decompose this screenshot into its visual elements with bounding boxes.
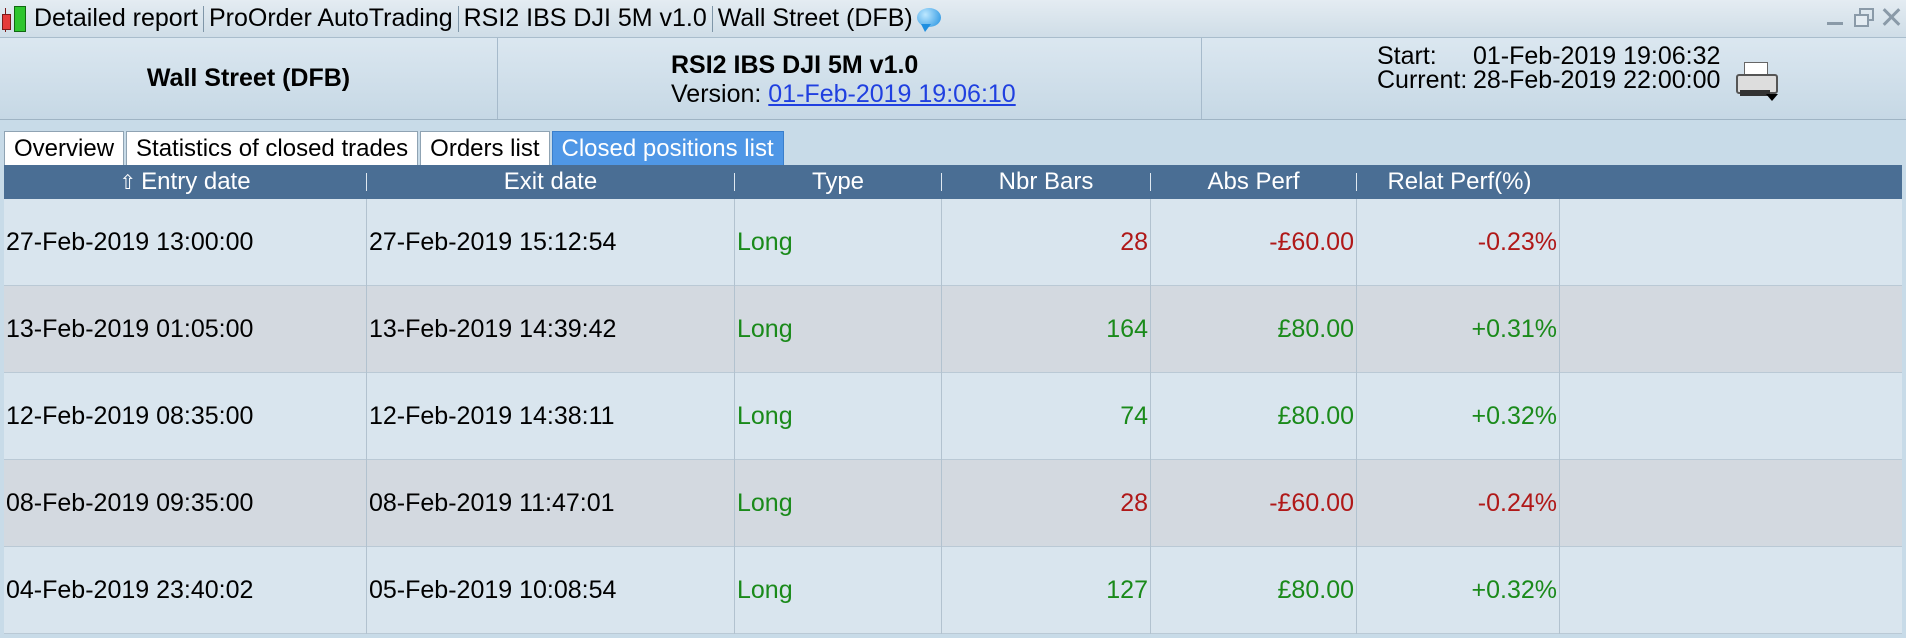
column-header-abs-perf[interactable]: Abs Perf bbox=[1151, 165, 1356, 199]
tab-bar: Overview Statistics of closed trades Ord… bbox=[4, 131, 784, 166]
date-info: Start: 01-Feb-2019 19:06:32 Current: 28-Fe… bbox=[1202, 38, 1906, 119]
cell-entry-date: 13-Feb-2019 01:05:00 bbox=[4, 286, 367, 373]
candlestick-chart-icon bbox=[0, 0, 34, 38]
cell-exit-date: 08-Feb-2019 11:47:01 bbox=[367, 460, 735, 547]
cell-abs-perf: £80.00 bbox=[1151, 373, 1357, 460]
cell-exit-date: 13-Feb-2019 14:39:42 bbox=[367, 286, 735, 373]
current-value: 28-Feb-2019 22:00:00 bbox=[1473, 66, 1721, 94]
minimize-icon[interactable] bbox=[1824, 6, 1846, 28]
table-row[interactable]: 13-Feb-2019 01:05:00 13-Feb-2019 14:39:42… bbox=[4, 286, 1902, 373]
title-separator bbox=[711, 5, 713, 32]
tab-orders-list[interactable]: Orders list bbox=[420, 131, 550, 166]
cell-entry-date: 08-Feb-2019 09:35:00 bbox=[4, 460, 367, 547]
cell-nbr-bars: 28 bbox=[942, 460, 1151, 547]
system-version: Version: 01-Feb-2019 19:06:10 bbox=[671, 80, 1016, 109]
column-header-relat-perf[interactable]: Relat Perf(%) bbox=[1357, 165, 1562, 199]
cell-abs-perf: -£60.00 bbox=[1151, 460, 1357, 547]
cell-relat-perf: +0.31% bbox=[1357, 286, 1560, 373]
column-header-nbr-bars[interactable]: Nbr Bars bbox=[942, 165, 1150, 199]
current-label: Current: bbox=[1377, 66, 1468, 94]
cell-type: Long bbox=[735, 199, 942, 286]
cell-nbr-bars: 164 bbox=[942, 286, 1151, 373]
cell-type: Long bbox=[735, 286, 942, 373]
close-icon[interactable] bbox=[1880, 6, 1902, 28]
title-segment: RSI2 IBS DJI 5M v1.0 bbox=[463, 4, 707, 32]
table-row[interactable]: 12-Feb-2019 08:35:00 12-Feb-2019 14:38:11… bbox=[4, 373, 1902, 460]
cell-relat-perf: +0.32% bbox=[1357, 547, 1560, 634]
cell-nbr-bars: 28 bbox=[942, 199, 1151, 286]
cell-abs-perf: -£60.00 bbox=[1151, 199, 1357, 286]
cell-nbr-bars: 127 bbox=[942, 547, 1151, 634]
cell-abs-perf: £80.00 bbox=[1151, 286, 1357, 373]
version-link[interactable]: 01-Feb-2019 19:06:10 bbox=[768, 80, 1015, 108]
chat-bubble-icon[interactable] bbox=[915, 6, 945, 32]
closed-positions-table: ⇧ Entry date Exit date Type Nbr Bars Abs … bbox=[4, 165, 1902, 638]
system-info: RSI2 IBS DJI 5M v1.0 Version: 01-Feb-201… bbox=[498, 38, 1202, 119]
report-header: Wall Street (DFB) RSI2 IBS DJI 5M v1.0 V… bbox=[0, 38, 1906, 120]
sort-up-arrow-icon: ⇧ bbox=[119, 171, 137, 194]
cell-type: Long bbox=[735, 373, 942, 460]
cell-type: Long bbox=[735, 547, 942, 634]
cell-relat-perf: +0.32% bbox=[1357, 373, 1560, 460]
cell-entry-date: 04-Feb-2019 23:40:02 bbox=[4, 547, 367, 634]
cell-exit-date: 05-Feb-2019 10:08:54 bbox=[367, 547, 735, 634]
tab-overview[interactable]: Overview bbox=[4, 131, 125, 166]
table-row[interactable]: 08-Feb-2019 09:35:00 08-Feb-2019 11:47:01… bbox=[4, 460, 1902, 547]
cell-entry-date: 12-Feb-2019 08:35:00 bbox=[4, 373, 367, 460]
column-header-entry-date[interactable]: ⇧ Entry date bbox=[4, 165, 366, 199]
column-header-type[interactable]: Type bbox=[735, 165, 941, 199]
restore-icon[interactable] bbox=[1852, 6, 1874, 28]
column-header-label: Entry date bbox=[141, 168, 251, 195]
table-header: ⇧ Entry date Exit date Type Nbr Bars Abs … bbox=[4, 165, 1902, 199]
title-separator bbox=[202, 5, 204, 32]
instrument-name: Wall Street (DFB) bbox=[0, 38, 498, 119]
window-controls bbox=[1824, 6, 1902, 28]
cell-type: Long bbox=[735, 460, 942, 547]
title-separator bbox=[457, 5, 459, 32]
printer-icon[interactable] bbox=[1732, 60, 1780, 102]
cell-abs-perf: £80.00 bbox=[1151, 547, 1357, 634]
current-row: Current: 28-Feb-2019 22:00:00 bbox=[1377, 66, 1720, 95]
tab-closed-positions-list[interactable]: Closed positions list bbox=[551, 131, 784, 166]
cell-exit-date: 12-Feb-2019 14:38:11 bbox=[367, 373, 735, 460]
system-name: RSI2 IBS DJI 5M v1.0 bbox=[671, 51, 919, 79]
cell-entry-date: 27-Feb-2019 13:00:00 bbox=[4, 199, 367, 286]
cell-exit-date: 27-Feb-2019 15:12:54 bbox=[367, 199, 735, 286]
tab-statistics-closed-trades[interactable]: Statistics of closed trades bbox=[126, 131, 419, 166]
cell-relat-perf: -0.23% bbox=[1357, 199, 1560, 286]
title-bar: Detailed report ProOrder AutoTrading RSI… bbox=[0, 0, 1906, 38]
cell-nbr-bars: 74 bbox=[942, 373, 1151, 460]
column-header-exit-date[interactable]: Exit date bbox=[367, 165, 734, 199]
cell-relat-perf: -0.24% bbox=[1357, 460, 1560, 547]
version-label: Version: bbox=[671, 80, 762, 108]
title-segment: ProOrder AutoTrading bbox=[208, 4, 453, 32]
title-segment: Detailed report bbox=[34, 4, 198, 32]
title-segment: Wall Street (DFB) bbox=[717, 4, 913, 32]
table-row[interactable]: 04-Feb-2019 23:40:02 05-Feb-2019 10:08:54… bbox=[4, 547, 1902, 634]
window-title: Detailed report ProOrder AutoTrading RSI… bbox=[34, 4, 913, 33]
table-row[interactable]: 27-Feb-2019 13:00:00 27-Feb-2019 15:12:54… bbox=[4, 199, 1902, 286]
